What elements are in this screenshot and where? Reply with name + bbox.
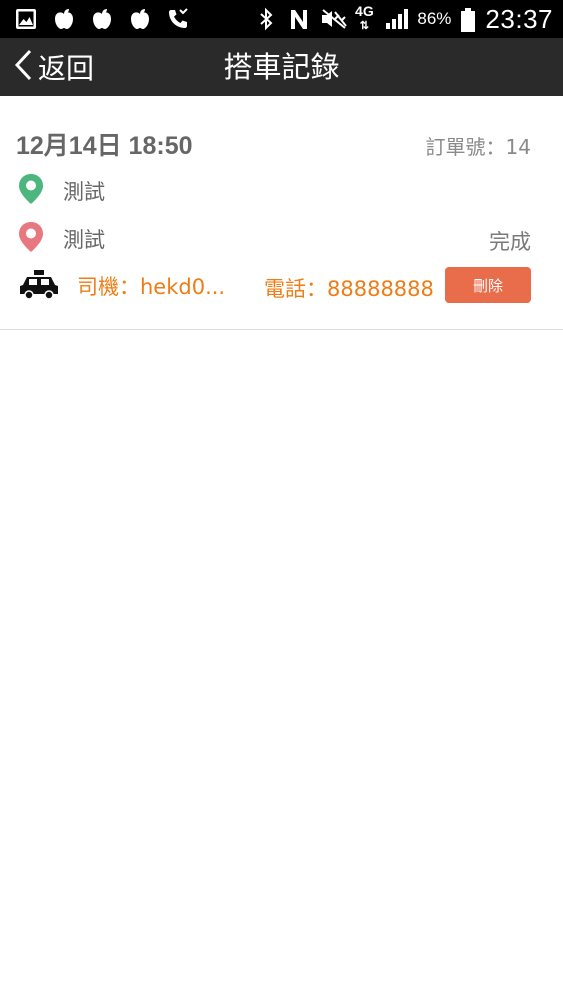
destination-text: 測試 [63, 228, 105, 252]
battery-icon [460, 7, 476, 32]
battery-percent: 86% [417, 9, 452, 28]
system-icons: 4G ⇅ 86% 23:37 [254, 4, 553, 34]
ride-record-card[interactable]: 12月14日 18:50 訂單號：14 測試 測試 完成 司機：hekd0...… [0, 96, 563, 330]
apple-icon [90, 7, 114, 31]
destination-pin-icon [18, 221, 44, 257]
status-bar: 4G ⇅ 86% 23:37 [0, 0, 563, 38]
delete-button[interactable]: 刪除 [445, 267, 531, 303]
apple-icon [52, 7, 76, 31]
order-number: 訂單號：14 [425, 135, 531, 159]
nav-bar: 返回 搭車記錄 [0, 38, 563, 96]
network-type-indicator: 4G ⇅ [355, 3, 374, 32]
gallery-icon [14, 7, 38, 31]
bluetooth-icon [254, 7, 278, 31]
origin-pin-icon [18, 173, 44, 209]
origin-text: 測試 [63, 180, 105, 204]
muted-icon [320, 7, 348, 31]
apple-icon [128, 7, 152, 31]
clock: 23:37 [485, 3, 553, 34]
origin-row: 測試 [18, 173, 105, 209]
taxi-icon [18, 268, 60, 304]
destination-row: 測試 [18, 221, 105, 257]
record-datetime: 12月14日 18:50 [16, 132, 193, 160]
missed-call-icon [166, 7, 190, 31]
driver-phone: 電話：88888888 [264, 277, 434, 301]
signal-icon [384, 7, 409, 31]
status-label: 完成 [489, 230, 531, 254]
notification-icons [14, 6, 190, 32]
page-title: 搭車記錄 [223, 50, 340, 84]
driver-row: 司機：hekd0... [18, 268, 225, 304]
driver-name: 司機：hekd0... [77, 275, 226, 299]
nfc-icon [287, 7, 311, 31]
